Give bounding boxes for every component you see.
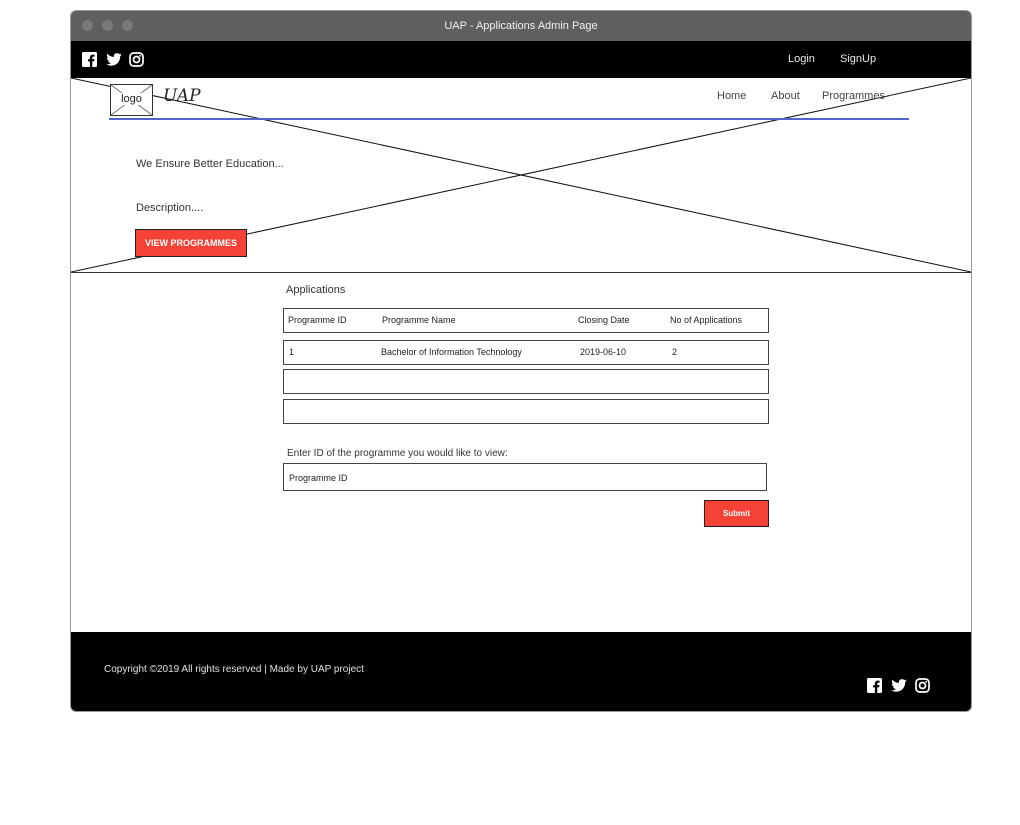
window-title: UAP - Applications Admin Page: [444, 20, 598, 32]
table-header-row: Programme ID Programme Name Closing Date…: [283, 308, 769, 333]
hero-description: Description....: [136, 202, 204, 214]
column-header-closing-date: Closing Date: [578, 315, 630, 325]
nav-underline: [109, 118, 909, 120]
cell-no-of-applications: 2: [672, 347, 678, 357]
copyright-text: Copyright ©2019 All rights reserved | Ma…: [104, 664, 364, 675]
logo-placeholder[interactable]: logo: [110, 84, 153, 116]
footer: Copyright ©2019 All rights reserved | Ma…: [71, 632, 971, 711]
programme-lookup-prompt: Enter ID of the programme you would like…: [287, 448, 508, 459]
cell-programme-name: Bachelor of Information Technology: [381, 347, 522, 357]
login-link[interactable]: Login: [788, 41, 815, 78]
column-header-programme-id: Programme ID: [288, 315, 347, 325]
nav-home[interactable]: Home: [717, 90, 746, 102]
brand-name[interactable]: UAP: [163, 86, 201, 106]
instagram-icon[interactable]: [915, 678, 930, 693]
column-header-no-of-applications: No of Applications: [670, 315, 743, 325]
facebook-icon[interactable]: [867, 678, 882, 693]
twitter-icon[interactable]: [106, 53, 122, 66]
signup-link[interactable]: SignUp: [840, 41, 876, 78]
window-titlebar: UAP - Applications Admin Page: [71, 11, 971, 41]
table-row[interactable]: 1 Bachelor of Information Technology 201…: [283, 340, 769, 365]
top-bar: Login SignUp: [71, 41, 971, 78]
view-programmes-button[interactable]: VIEW PROGRAMMES: [135, 229, 247, 257]
applications-title: Applications: [286, 284, 346, 296]
table-row-empty: [283, 369, 769, 394]
facebook-icon[interactable]: [82, 52, 97, 67]
instagram-icon[interactable]: [129, 52, 144, 67]
hero-tagline: We Ensure Better Education...: [136, 158, 284, 170]
browser-window: UAP - Applications Admin Page Login Sign…: [70, 10, 972, 712]
nav-about[interactable]: About: [771, 90, 800, 102]
column-header-programme-name: Programme Name: [382, 315, 456, 325]
submit-button[interactable]: Submit: [704, 500, 769, 527]
logo-label: logo: [120, 93, 143, 105]
twitter-icon[interactable]: [891, 679, 907, 692]
nav-programmes[interactable]: Programmes: [822, 90, 885, 102]
hero-section: logo UAP Home About Programmes We Ensure…: [71, 78, 971, 273]
cell-programme-id: 1: [289, 347, 295, 357]
programme-id-input[interactable]: Programme ID: [283, 463, 767, 491]
table-row-empty: [283, 399, 769, 424]
cell-closing-date: 2019-06-10: [580, 347, 627, 357]
